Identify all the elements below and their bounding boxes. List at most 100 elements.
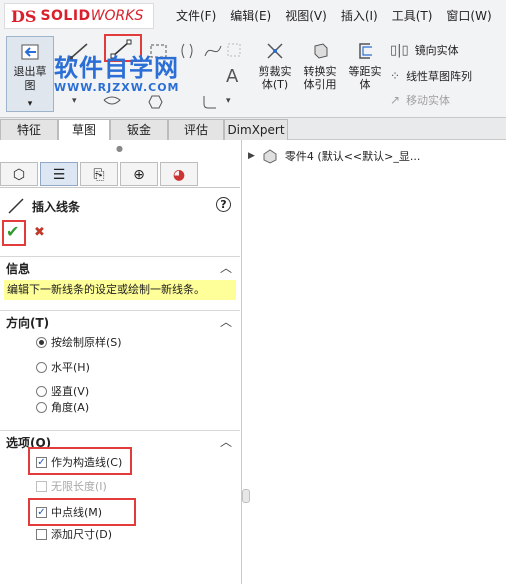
logo-ds: DS bbox=[11, 6, 37, 26]
property-manager-panel: ● ⬡ ☰ ⎘ ⊕ ◕ 插入线条 ? ✔ ✖ 信息 ︿ 编辑下一新线条的设定或绘… bbox=[0, 140, 242, 584]
fillet-tool-icon[interactable] bbox=[200, 92, 220, 112]
radio-button[interactable] bbox=[36, 401, 47, 413]
direction-section-header[interactable]: 方向(T) ︿ bbox=[0, 310, 240, 330]
radio-angle[interactable]: 角度(A) bbox=[36, 399, 89, 415]
configuration-icon: ⎘ bbox=[93, 167, 105, 183]
exit-sketch-label: 退出草 图 bbox=[13, 65, 47, 92]
command-tabs: 特征 草图 钣金 评估 DimXpert bbox=[0, 118, 506, 140]
part-icon bbox=[263, 149, 277, 164]
logo-solid: SOLID bbox=[40, 8, 91, 24]
checkbox-add-dimensions[interactable]: 添加尺寸(D) bbox=[36, 526, 112, 542]
checkbox[interactable]: ✓ bbox=[36, 506, 47, 518]
mirror-entities-button[interactable]: ▯|▯ 镜向实体 bbox=[390, 42, 459, 58]
radio-button[interactable] bbox=[36, 385, 47, 397]
tab-configuration-manager[interactable]: ⎘ bbox=[80, 162, 118, 186]
menu-tools[interactable]: 工具(T) bbox=[392, 7, 433, 24]
construction-grid-icon[interactable] bbox=[226, 40, 244, 62]
row-dropdown-arrow-2[interactable]: ▾ bbox=[226, 96, 231, 106]
tab-features[interactable]: 特征 bbox=[0, 119, 58, 140]
circle-dots-tool-icon[interactable] bbox=[100, 92, 124, 112]
checkbox[interactable] bbox=[36, 528, 47, 540]
exit-sketch-button[interactable]: 退出草 图 ▾ bbox=[6, 36, 54, 112]
menu-edit[interactable]: 编辑(E) bbox=[230, 7, 271, 24]
panel-collapse-handle[interactable] bbox=[242, 489, 250, 503]
convert-label: 转换实 体引用 bbox=[303, 65, 337, 91]
checkbox-label: 添加尺寸(D) bbox=[51, 528, 113, 541]
menu-window[interactable]: 窗口(W) bbox=[446, 7, 491, 24]
checkbox-label: 无限长度(I) bbox=[51, 480, 107, 493]
exit-sketch-dropdown[interactable]: ▾ bbox=[7, 99, 53, 109]
info-section-header[interactable]: 信息 ︿ bbox=[0, 256, 240, 276]
move-icon: ↗ bbox=[390, 93, 401, 107]
expand-arrow-icon[interactable]: ▶ bbox=[248, 151, 255, 161]
radio-label: 竖直(V) bbox=[51, 385, 90, 398]
tab-feature-manager[interactable]: ⬡ bbox=[0, 162, 38, 186]
tab-sheet-metal[interactable]: 钣金 bbox=[110, 119, 168, 140]
radio-button[interactable] bbox=[36, 361, 47, 373]
radio-horizontal[interactable]: 水平(H) bbox=[36, 359, 90, 375]
checkbox-midpoint-line[interactable]: ✓ 中点线(M) bbox=[36, 504, 102, 520]
feature-tree-root[interactable]: ▶ 零件4 (默认<<默认>_显... bbox=[248, 146, 420, 166]
tab-evaluate[interactable]: 评估 bbox=[168, 119, 224, 140]
panel-splitter-dot[interactable]: ● bbox=[116, 144, 123, 153]
watermark-title: 软件自学网 bbox=[54, 54, 179, 82]
pattern-icon: ⁘ bbox=[390, 69, 401, 83]
trim-icon bbox=[267, 43, 283, 59]
part-name: 零件4 (默认<<默认>_显... bbox=[284, 150, 421, 163]
offset-icon bbox=[359, 43, 372, 59]
manager-tabs: ⬡ ☰ ⎘ ⊕ ◕ bbox=[0, 160, 240, 188]
info-title: 信息 bbox=[6, 262, 31, 276]
move-label: 移动实体 bbox=[406, 94, 451, 107]
insert-line-icon bbox=[8, 198, 24, 214]
cancel-button[interactable]: ✖ bbox=[34, 225, 45, 240]
tab-display-manager[interactable]: ◕ bbox=[160, 162, 198, 186]
row-dropdown-arrow[interactable]: ▾ bbox=[72, 96, 77, 106]
trim-label: 剪裁实 体(T) bbox=[258, 65, 292, 91]
menu-insert[interactable]: 插入(I) bbox=[341, 7, 378, 24]
property-manager-icon: ☰ bbox=[52, 167, 66, 183]
offset-label: 等距实 体 bbox=[348, 65, 382, 91]
radio-label: 水平(H) bbox=[51, 361, 90, 374]
menu-file[interactable]: 文件(F) bbox=[176, 7, 216, 24]
tab-dimxpert[interactable]: DimXpert bbox=[224, 119, 288, 140]
radio-label: 角度(A) bbox=[51, 401, 90, 414]
checkbox-label: 中点线(M) bbox=[51, 506, 103, 519]
convert-icon bbox=[314, 43, 328, 59]
checkbox[interactable]: ✓ bbox=[36, 456, 47, 468]
color-wheel-icon: ◕ bbox=[172, 167, 186, 183]
checkbox-infinite-length[interactable]: 无限长度(I) bbox=[36, 478, 107, 494]
radio-label: 按绘制原样(S) bbox=[51, 336, 122, 349]
tab-dimxpert-manager[interactable]: ⊕ bbox=[120, 162, 158, 186]
convert-entities-button[interactable]: 转换实 体引用 bbox=[298, 40, 342, 91]
radio-vertical[interactable]: 竖直(V) bbox=[36, 383, 89, 399]
chevron-up-icon[interactable]: ︿ bbox=[220, 433, 232, 450]
polygon-tool-icon[interactable] bbox=[144, 92, 166, 112]
mirror-icon: ▯|▯ bbox=[390, 42, 409, 58]
radio-as-sketched[interactable]: 按绘制原样(S) bbox=[36, 334, 122, 350]
checkbox-for-construction[interactable]: ✓ 作为构造线(C) bbox=[36, 454, 122, 470]
mirror-label: 镜向实体 bbox=[414, 44, 459, 57]
radio-button[interactable] bbox=[36, 336, 47, 348]
text-tool-icon[interactable]: A bbox=[226, 66, 238, 87]
direction-title: 方向(T) bbox=[6, 316, 50, 330]
menu-bar: 文件(F) 编辑(E) 视图(V) 插入(I) 工具(T) 窗口(W) bbox=[176, 4, 492, 26]
menu-view[interactable]: 视图(V) bbox=[285, 7, 327, 24]
solidworks-logo: DS SOLID WORKS bbox=[4, 3, 154, 29]
trim-entities-button[interactable]: 剪裁实 体(T) bbox=[252, 40, 298, 91]
chevron-up-icon[interactable]: ︿ bbox=[220, 259, 232, 276]
chevron-up-icon[interactable]: ︿ bbox=[220, 313, 232, 330]
tab-sketch[interactable]: 草图 bbox=[58, 119, 110, 140]
ok-button[interactable]: ✔ bbox=[6, 222, 19, 241]
offset-entities-button[interactable]: 等距实 体 bbox=[344, 40, 386, 91]
watermark-url: WWW.RJZXW.COM bbox=[54, 81, 180, 94]
panel-title: 插入线条 bbox=[32, 200, 81, 214]
linear-pattern-button[interactable]: ⁘ 线性草图阵列 bbox=[390, 68, 472, 84]
move-entities-button[interactable]: ↗ 移动实体 bbox=[390, 92, 450, 108]
logo-works: WORKS bbox=[90, 8, 144, 24]
info-message: 编辑下一新线条的设定或绘制一新线条。 bbox=[4, 280, 236, 300]
checkbox[interactable] bbox=[36, 480, 47, 492]
tab-property-manager[interactable]: ☰ bbox=[40, 162, 78, 186]
feature-manager-icon: ⬡ bbox=[12, 167, 26, 183]
watermark: 软件自学网 WWW.RJZXW.COM bbox=[54, 48, 214, 94]
help-button[interactable]: ? bbox=[216, 197, 231, 212]
